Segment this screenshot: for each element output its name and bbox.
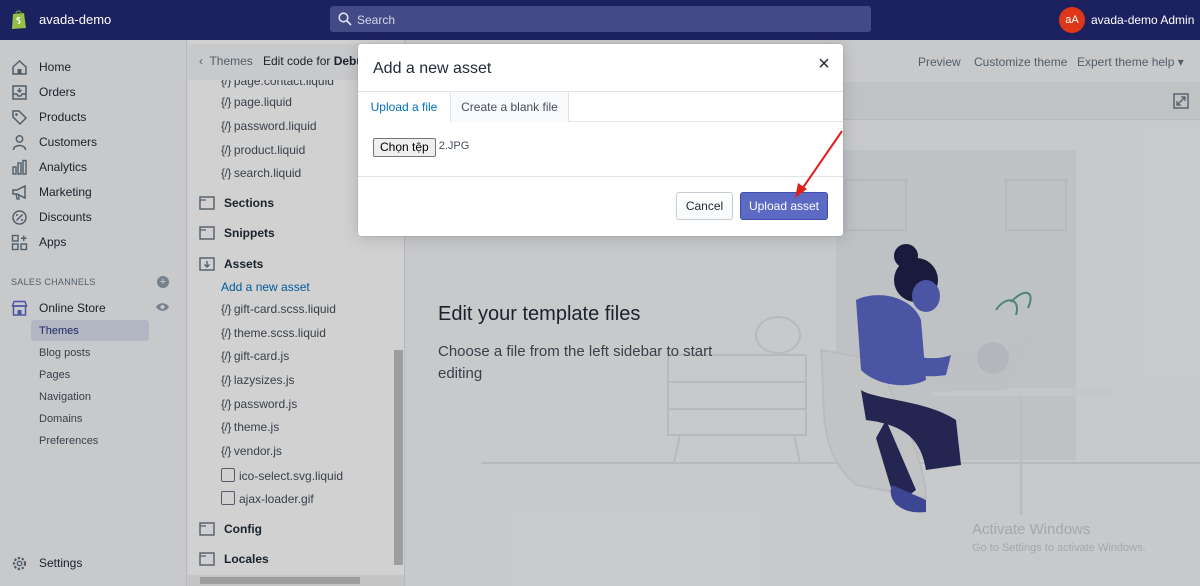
admin-name[interactable]: avada-demo Admin — [1091, 13, 1194, 27]
search-icon — [338, 12, 352, 26]
search-input[interactable]: Search — [330, 6, 871, 32]
store-name[interactable]: avada-demo — [39, 12, 111, 27]
modal-title: Add a new asset — [373, 60, 492, 77]
choose-file-button[interactable]: Chọn tệp — [373, 138, 436, 157]
shopify-bag-icon[interactable] — [10, 9, 28, 30]
cancel-button[interactable]: Cancel — [676, 192, 733, 220]
avatar[interactable]: aA — [1059, 7, 1085, 33]
tab-upload-file[interactable]: Upload a file — [358, 92, 451, 122]
modal-tabs: Upload a file Create a blank file — [358, 91, 843, 122]
selected-file-name: 2.JPG — [438, 139, 470, 152]
close-icon[interactable]: × — [814, 54, 834, 74]
file-picker: Chọn tệp 2.JPG — [373, 138, 469, 157]
add-asset-modal: Add a new asset × Upload a file Create a… — [358, 44, 843, 236]
search-placeholder: Search — [357, 13, 396, 27]
tab-create-blank-file[interactable]: Create a blank file — [451, 92, 569, 122]
annotation-arrow-icon — [795, 130, 843, 198]
top-bar: avada-demo Search aA avada-demo Admin — [0, 0, 1200, 40]
modal-divider — [358, 176, 843, 177]
